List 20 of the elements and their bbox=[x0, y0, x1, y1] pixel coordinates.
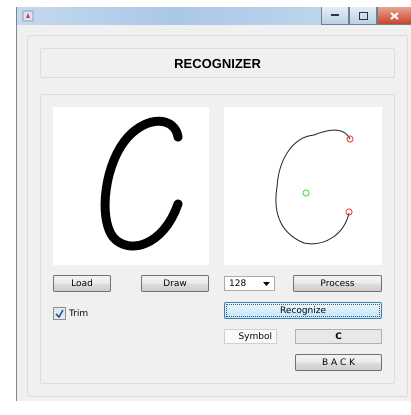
symbol-value: C bbox=[295, 329, 382, 344]
letter-drawing[interactable] bbox=[53, 107, 209, 265]
close-icon bbox=[390, 12, 399, 20]
caret-icon bbox=[263, 282, 270, 286]
back-button[interactable]: B A C K bbox=[295, 354, 382, 371]
recognize-button[interactable]: Recognize bbox=[224, 302, 382, 319]
load-button[interactable]: Load bbox=[53, 275, 111, 292]
heading: RECOGNIZER bbox=[174, 56, 261, 70]
maximize-button[interactable] bbox=[349, 7, 377, 25]
minimize-button[interactable] bbox=[321, 7, 349, 25]
draw-button[interactable]: Draw bbox=[141, 275, 209, 292]
trim-checkbox[interactable]: Trim bbox=[53, 307, 209, 320]
maximize-icon bbox=[358, 12, 368, 20]
close-button[interactable] bbox=[377, 7, 411, 25]
app-icon bbox=[22, 10, 34, 22]
minimize-icon bbox=[331, 14, 339, 17]
size-dropdown[interactable]: 128 bbox=[224, 276, 275, 291]
symbol-label: Symbol bbox=[224, 329, 277, 344]
process-button[interactable]: Process bbox=[293, 275, 382, 292]
checkmark-icon bbox=[55, 309, 64, 318]
